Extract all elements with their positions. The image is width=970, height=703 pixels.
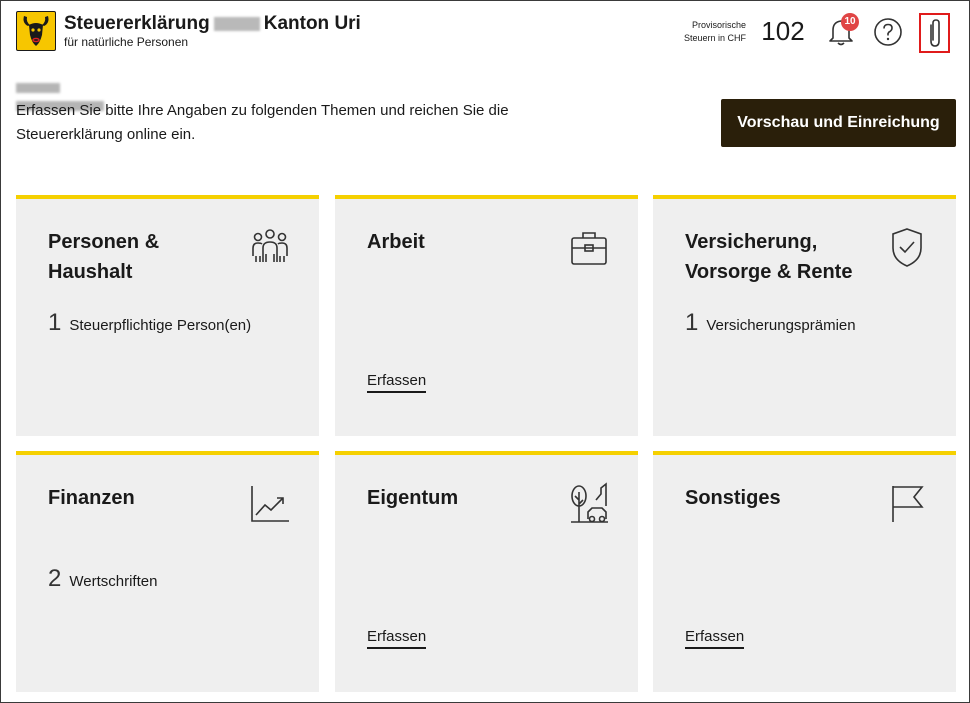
- notification-badge: 10: [841, 13, 859, 31]
- card-eigentum[interactable]: Eigentum Erfassen: [335, 451, 638, 692]
- erfassen-link[interactable]: Erfassen: [367, 628, 427, 649]
- chart-icon: [251, 486, 289, 522]
- canton-logo: [16, 11, 56, 51]
- card-title: Finanzen: [48, 487, 135, 509]
- redacted-year: [213, 16, 260, 31]
- help-icon: [874, 18, 902, 46]
- help-button[interactable]: [872, 16, 904, 48]
- tax-label: Provisorische Steuern in CHF: [683, 20, 746, 43]
- card-title: Versicherung, Vorsorge & Rente: [685, 231, 853, 283]
- card-count: 1 Steuerpflichtige Person(en): [48, 309, 252, 336]
- paperclip-icon: [929, 19, 940, 47]
- shield-icon: [892, 228, 922, 267]
- erfassen-link[interactable]: Erfassen: [367, 372, 427, 393]
- flag-icon: [892, 486, 924, 522]
- briefcase-icon: [571, 232, 607, 265]
- app-subtitle: für natürliche Personen: [64, 35, 189, 49]
- card-count: 1 Versicherungsprämien: [685, 309, 856, 336]
- tax-amount: 102: [761, 16, 805, 46]
- user-name-redacted: [16, 80, 156, 111]
- people-icon: [252, 229, 288, 262]
- card-title: Personen & Haushalt: [48, 231, 160, 283]
- card-title: Sonstiges: [685, 487, 781, 509]
- property-icon: [571, 482, 608, 523]
- attachments-button[interactable]: [919, 13, 950, 53]
- card-versicherung[interactable]: Versicherung, Vorsorge & Rente 1 Versich…: [653, 195, 956, 436]
- erfassen-link[interactable]: Erfassen: [685, 628, 745, 649]
- card-count: 2 Wertschriften: [48, 565, 158, 592]
- preview-submit-button[interactable]: Vorschau und Einreichung: [721, 99, 956, 147]
- card-arbeit[interactable]: Arbeit Erfassen: [335, 195, 638, 436]
- app-title: Steuererklärung Kanton Uri: [64, 13, 361, 34]
- card-personen-haushalt[interactable]: Personen & Haushalt 1 Steuerpflichtige P…: [16, 195, 319, 436]
- card-title: Arbeit: [367, 231, 425, 253]
- card-title: Eigentum: [367, 487, 459, 509]
- intro-text: Erfassen Sie bitte Ihre Angaben zu folge…: [16, 102, 509, 143]
- card-sonstiges[interactable]: Sonstiges Erfassen: [653, 451, 956, 692]
- card-finanzen[interactable]: Finanzen 2 Wertschriften: [16, 451, 319, 692]
